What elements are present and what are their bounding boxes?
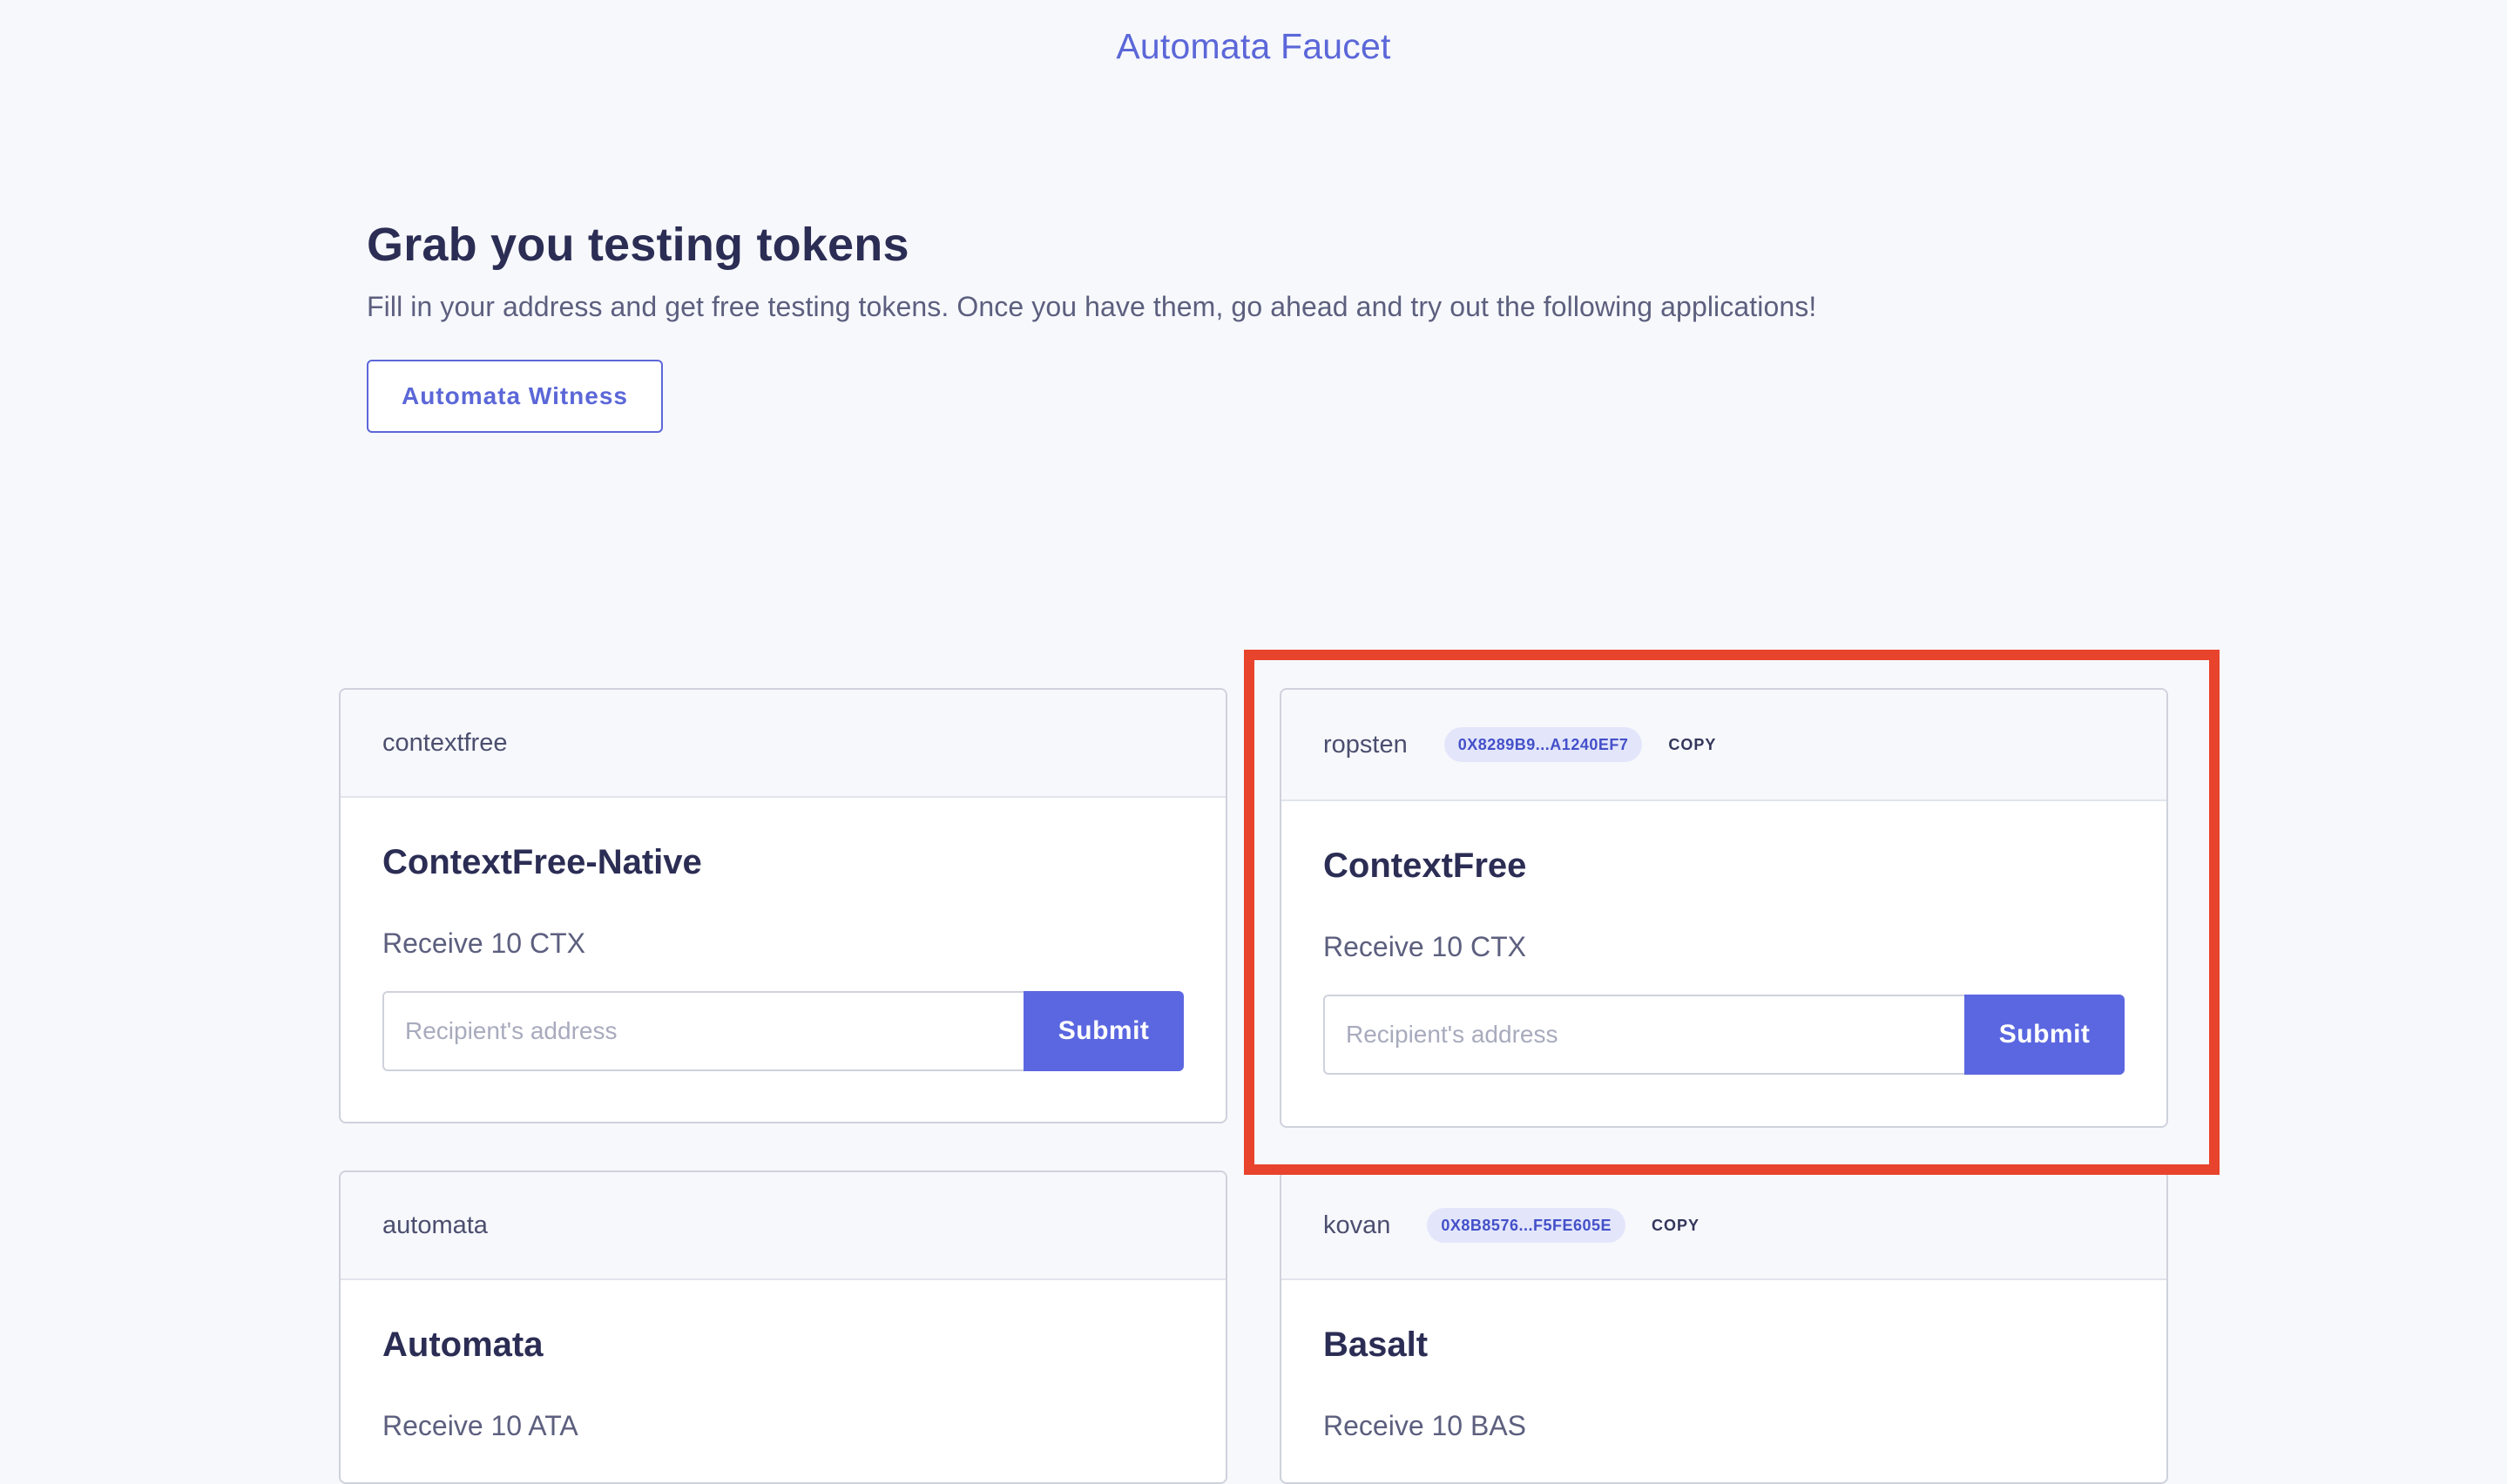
submit-button[interactable]: Submit	[1024, 991, 1184, 1071]
submit-button[interactable]: Submit	[1964, 995, 2125, 1075]
card-body: Automata Receive 10 ATA	[341, 1280, 1226, 1442]
copy-address-button[interactable]: COPY	[1668, 736, 1716, 754]
card-header: automata	[341, 1172, 1226, 1280]
card-header: contextfree	[341, 690, 1226, 798]
contract-address-badge: 0X8289B9...A1240EF7	[1443, 727, 1643, 762]
network-label: kovan	[1323, 1211, 1391, 1239]
app-title[interactable]: Automata Faucet	[0, 26, 2507, 67]
network-label: ropsten	[1323, 730, 1408, 759]
recipient-form: Recipient's address Submit	[1323, 995, 2125, 1075]
recipient-address-input[interactable]: Recipient's address	[1323, 995, 1965, 1075]
faucet-card-contextfree: contextfree ContextFree-Native Receive 1…	[339, 688, 1227, 1123]
hero-section: Grab you testing tokens Fill in your add…	[367, 218, 2196, 433]
token-name: ContextFree-Native	[382, 843, 702, 881]
page-description: Fill in your address and get free testin…	[367, 291, 1817, 322]
network-label: automata	[382, 1211, 488, 1239]
automata-witness-button[interactable]: Automata Witness	[367, 360, 663, 433]
faucet-card-kovan: kovan 0X8B8576...F5FE605E COPY Basalt Re…	[1280, 1170, 2168, 1484]
faucet-card-automata: automata Automata Receive 10 ATA	[339, 1170, 1227, 1484]
receive-amount: Receive 10 CTX	[382, 928, 585, 959]
contract-address-badge: 0X8B8576...F5FE605E	[1427, 1208, 1626, 1243]
recipient-form: Recipient's address Submit	[382, 991, 1184, 1071]
recipient-address-input[interactable]: Recipient's address	[382, 991, 1024, 1071]
page-heading: Grab you testing tokens	[367, 219, 909, 271]
faucet-card-ropsten: ropsten 0X8289B9...A1240EF7 COPY Context…	[1280, 688, 2168, 1128]
network-label: contextfree	[382, 728, 508, 757]
token-name: Basalt	[1323, 1325, 1429, 1364]
token-name: Automata	[382, 1325, 544, 1364]
card-body: Basalt Receive 10 BAS	[1281, 1280, 2166, 1442]
token-name: ContextFree	[1323, 847, 1527, 885]
card-body: ContextFree-Native Receive 10 CTX Recipi…	[341, 798, 1226, 1071]
receive-amount: Receive 10 CTX	[1323, 931, 1526, 962]
card-header: ropsten 0X8289B9...A1240EF7 COPY	[1281, 690, 2166, 801]
card-body: ContextFree Receive 10 CTX Recipient's a…	[1281, 801, 2166, 1075]
card-header: kovan 0X8B8576...F5FE605E COPY	[1281, 1172, 2166, 1280]
copy-address-button[interactable]: COPY	[1652, 1217, 1699, 1235]
